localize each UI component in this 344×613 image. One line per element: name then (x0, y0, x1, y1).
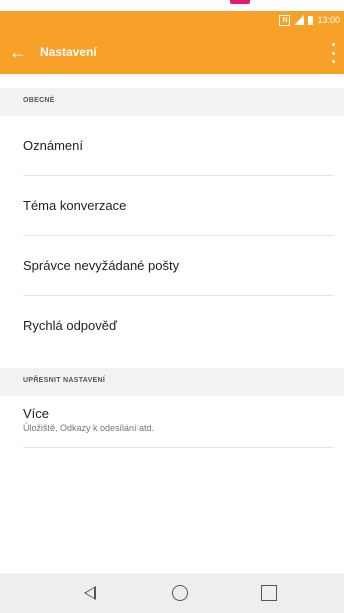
divider (23, 447, 334, 448)
page-title: Nastavení (40, 45, 97, 59)
phone-screen: N 13:00 ← Nastavení OBECNÉ Oznámení Téma… (0, 0, 344, 613)
status-bar: N 13:00 (0, 11, 344, 31)
navigation-bar (0, 573, 344, 613)
settings-item-spam-manager[interactable]: Správce nevyžádané pošty (0, 236, 344, 296)
dot (331, 51, 335, 55)
section-header-label: UPŘESNIT NASTAVENÍ (23, 377, 106, 384)
status-icons: N 13:00 (279, 14, 340, 26)
settings-item-more[interactable]: Více Úložiště, Odkazy k odesílání atd. (0, 392, 344, 448)
recents-square-icon[interactable] (261, 585, 277, 601)
nfc-icon: N (279, 14, 291, 26)
settings-item-label: Více (23, 406, 50, 421)
section-header-label: OBECNÉ (23, 97, 55, 104)
app-bar: ← Nastavení (0, 31, 344, 74)
settings-item-summary: Úložiště, Odkazy k odesílání atd. (23, 423, 155, 433)
settings-item-label: Oznámení (23, 138, 83, 153)
status-time: 13:00 (317, 15, 340, 25)
settings-item-label: Téma konverzace (23, 198, 127, 213)
dot (331, 60, 335, 63)
overflow-menu-icon[interactable] (330, 43, 336, 63)
settings-item-notifications[interactable]: Oznámení (0, 116, 344, 176)
dot (331, 43, 335, 46)
back-triangle-icon[interactable] (84, 586, 96, 600)
settings-item-label: Správce nevyžádané pošty (23, 258, 180, 273)
battery-icon (308, 15, 314, 25)
settings-item-label: Rychlá odpověď (23, 318, 117, 333)
settings-item-conversation-theme[interactable]: Téma konverzace (0, 176, 344, 236)
arrow-left-icon[interactable]: ← (8, 41, 28, 63)
signal-icon (294, 15, 305, 25)
section-header-general: OBECNÉ (0, 88, 344, 116)
settings-item-quick-reply[interactable]: Rychlá odpověď (0, 296, 344, 356)
home-circle-icon[interactable] (172, 585, 188, 601)
